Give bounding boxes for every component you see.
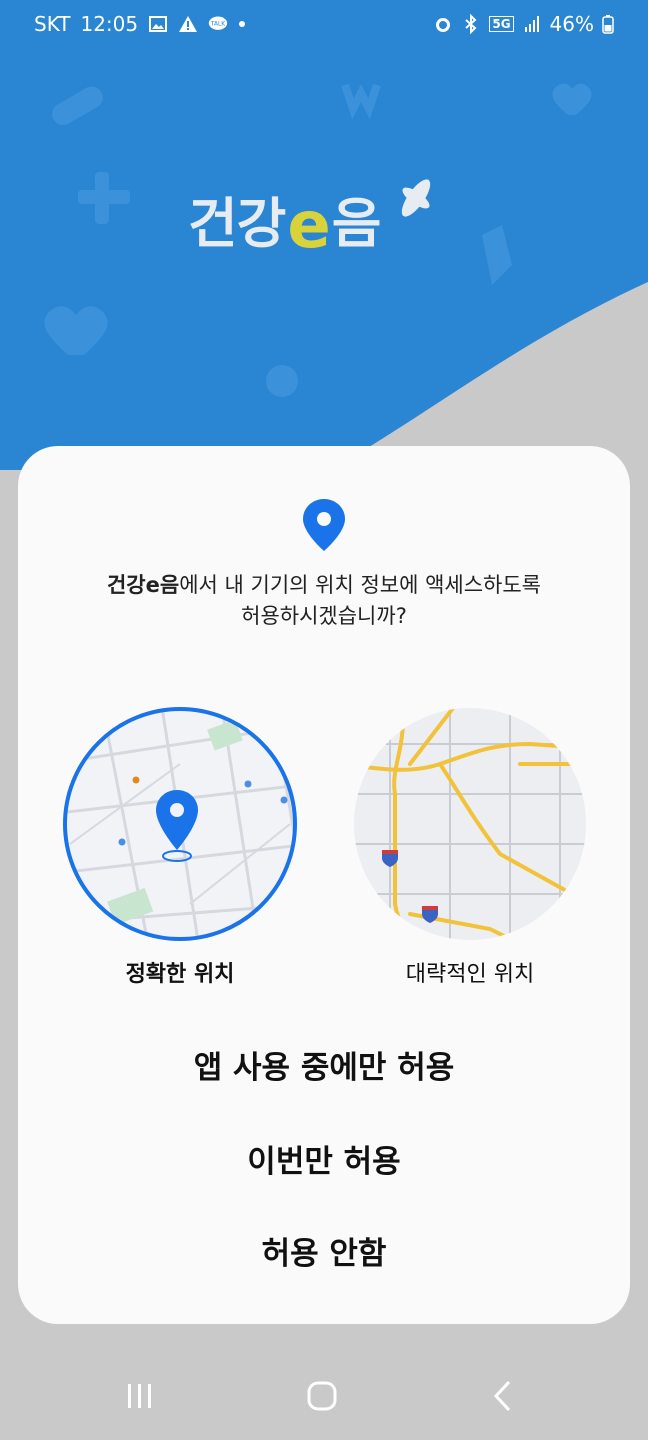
allow-while-using-button[interactable]: 앱 사용 중에만 허용	[18, 1042, 630, 1087]
signal-icon	[524, 16, 539, 32]
deny-button[interactable]: 허용 안함	[18, 1228, 630, 1273]
precise-location-option[interactable]	[60, 704, 300, 944]
permission-dialog: 건강e음에서 내 기기의 위치 정보에 액세스하도록 허용하시겠습니까? 정확한…	[18, 446, 630, 1324]
approximate-location-label[interactable]: 대략적인 위치	[350, 956, 590, 988]
recent-apps-icon[interactable]	[120, 1376, 160, 1416]
alarm-icon	[436, 18, 451, 32]
dot-icon	[239, 21, 246, 27]
app-logo: 건강 e 음	[188, 168, 456, 258]
kakaotalk-icon: TALK	[208, 16, 228, 30]
home-icon[interactable]	[302, 1376, 342, 1416]
warning-icon	[179, 16, 198, 32]
image-icon	[149, 16, 168, 32]
question-text: 에서 내 기기의 위치 정보에 액세스하도록	[179, 573, 542, 597]
question-app-name: 건강e음	[106, 573, 180, 597]
bluetooth-icon	[465, 14, 477, 34]
clock: 12:05	[80, 12, 139, 36]
allow-once-button[interactable]: 이번만 허용	[18, 1136, 630, 1181]
battery-icon	[602, 15, 614, 34]
navigation-bar	[0, 1352, 648, 1440]
logo-text-part1: 건강	[188, 192, 286, 255]
location-pin-icon	[303, 499, 345, 551]
status-bar: SKT 12:05 TALK 5G 46%	[0, 0, 648, 48]
precise-location-label[interactable]: 정확한 위치	[60, 956, 300, 988]
question-text-line2: 허용하시겠습니까?	[241, 604, 407, 628]
logo-text-part2: 음	[331, 192, 382, 255]
svg-text:TALK: TALK	[210, 22, 225, 28]
approximate-location-option[interactable]	[350, 704, 590, 944]
battery-percent: 46%	[549, 12, 594, 36]
carrier-label: SKT	[34, 12, 71, 36]
5g-icon: 5G	[489, 16, 514, 32]
back-icon[interactable]	[484, 1376, 524, 1416]
logo-text-e: e	[287, 189, 330, 263]
logo-sparkle-icon	[402, 179, 431, 217]
permission-question: 건강e음에서 내 기기의 위치 정보에 액세스하도록 허용하시겠습니까?	[18, 570, 630, 632]
